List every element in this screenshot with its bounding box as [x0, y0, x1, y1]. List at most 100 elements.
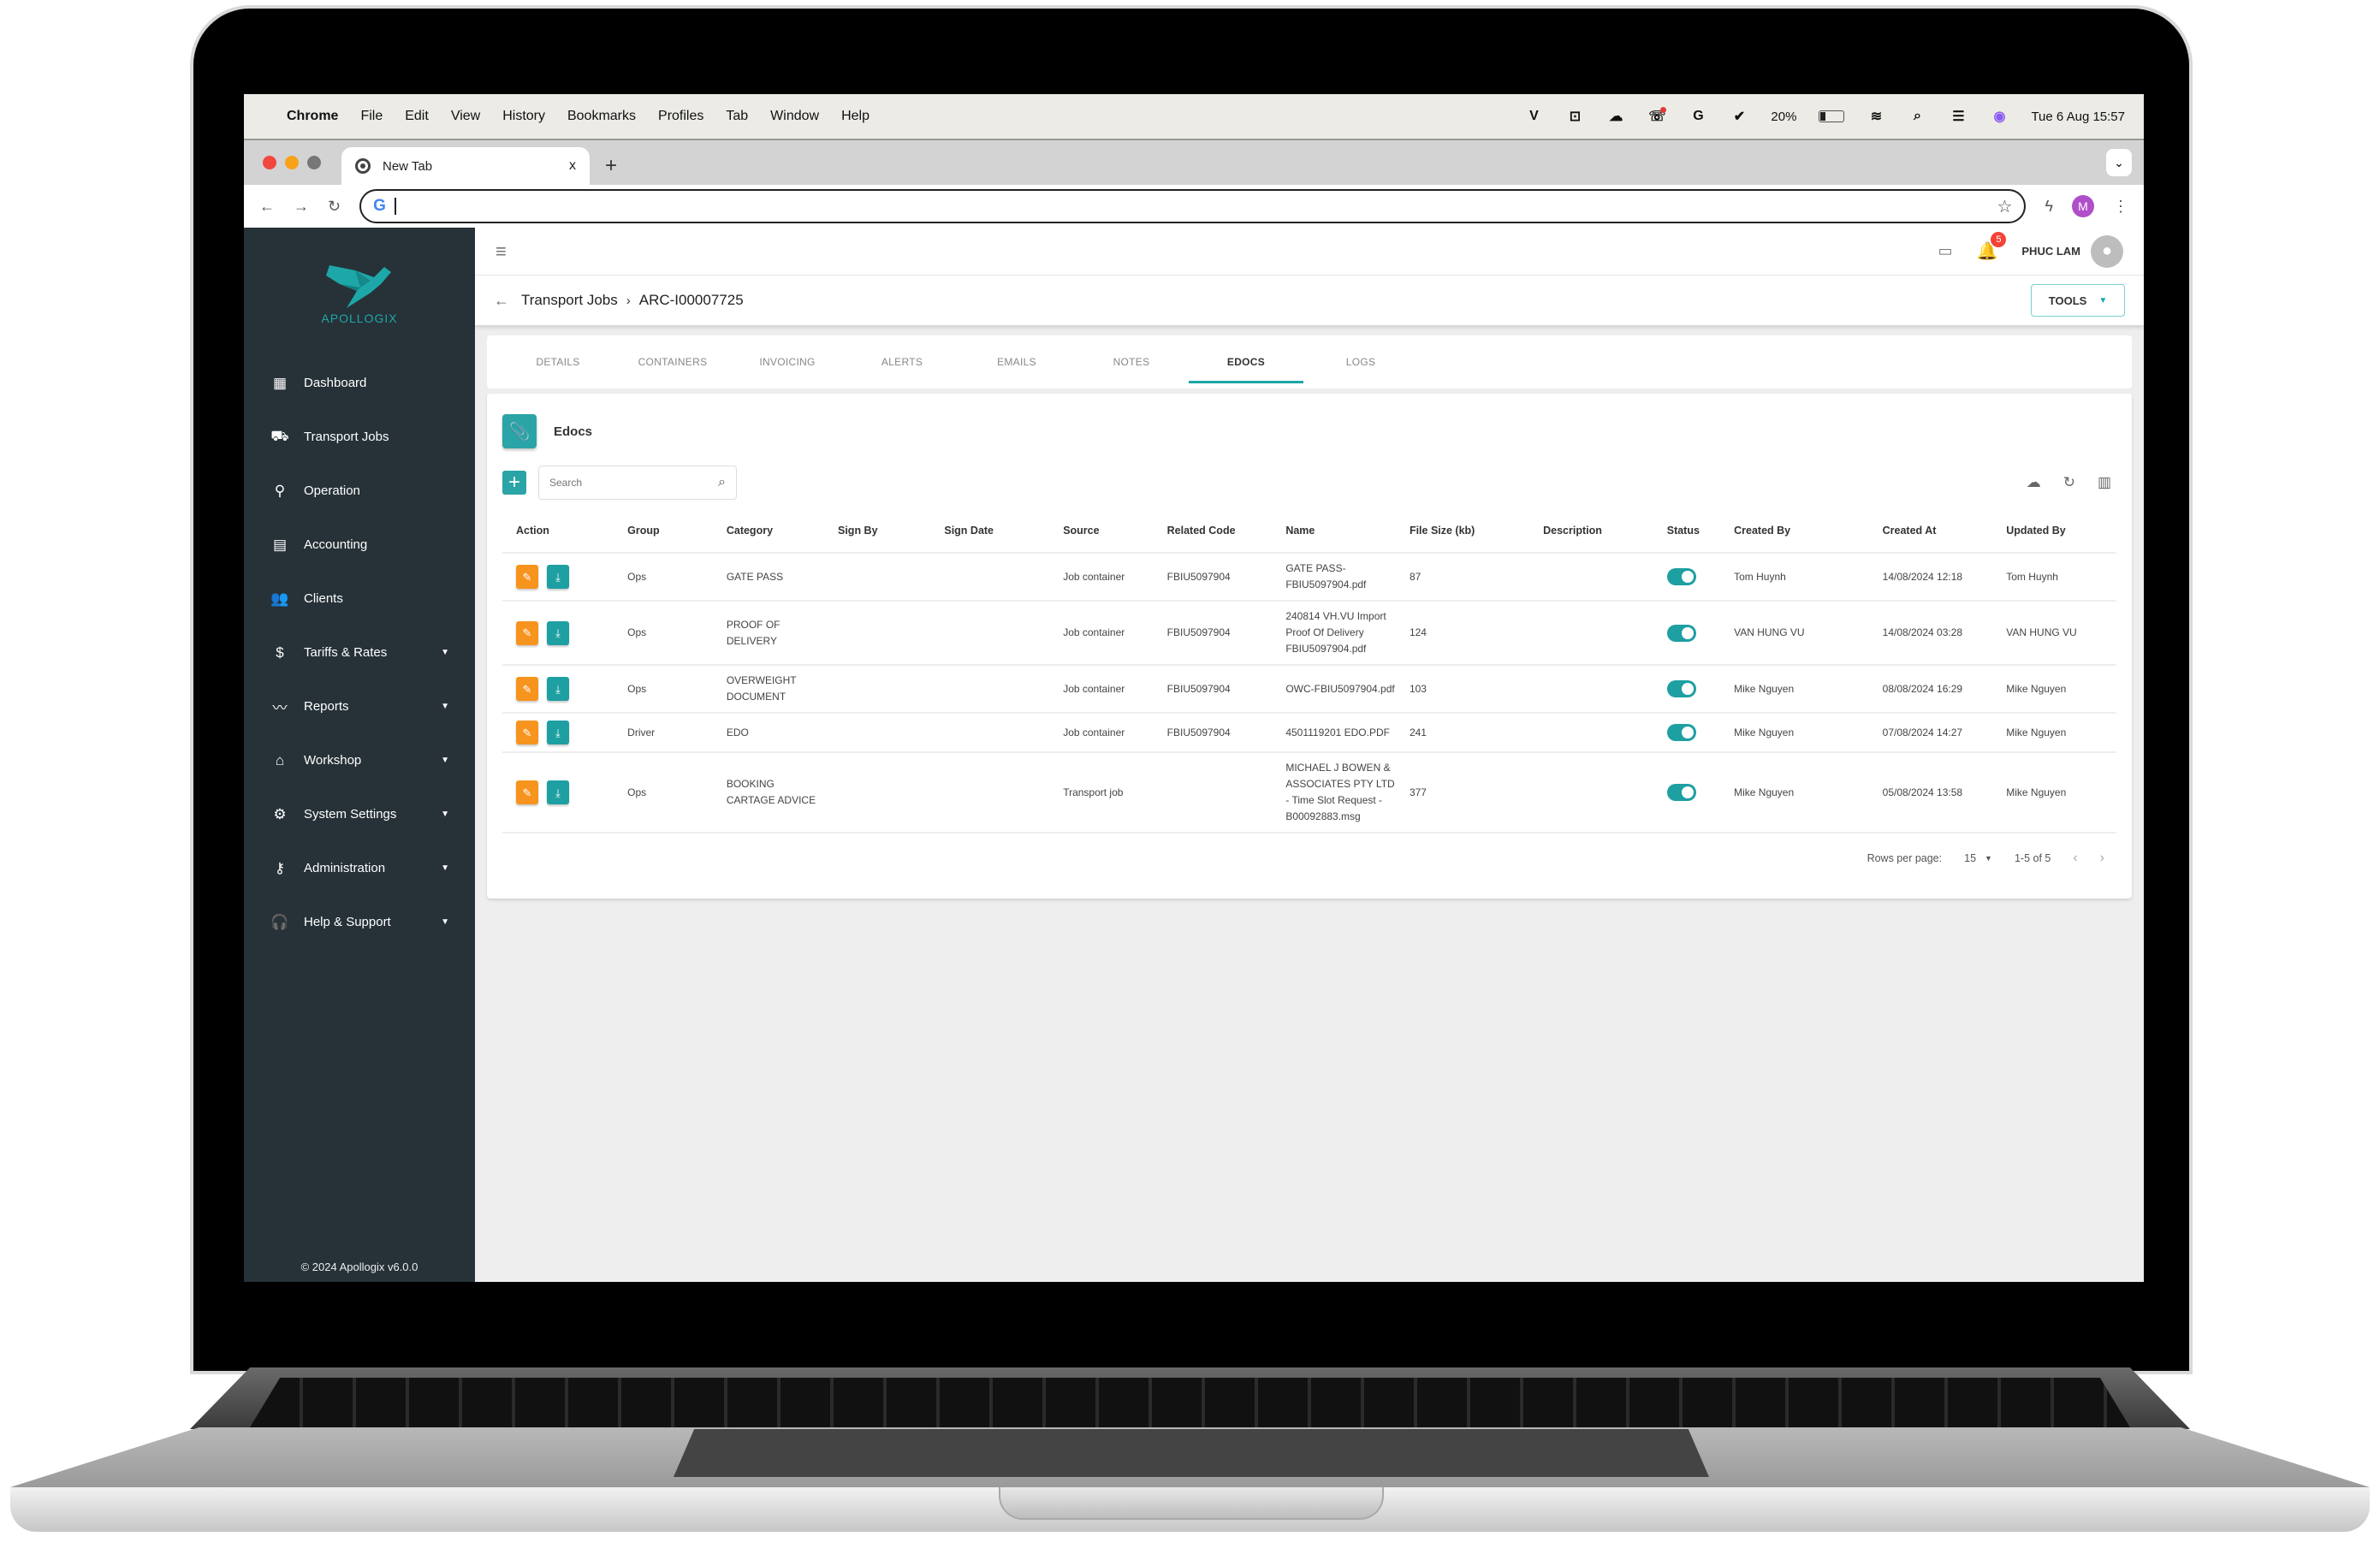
edit-button[interactable]: ✎ [516, 721, 538, 744]
control-center-icon[interactable]: ☰ [1949, 107, 1968, 126]
spotlight-search-icon[interactable]: ⌕ [1908, 107, 1926, 126]
column-header[interactable]: Related Code [1153, 508, 1273, 554]
status-toggle[interactable] [1666, 784, 1696, 801]
tab-edocs[interactable]: EDOCS [1189, 335, 1303, 389]
sidebar-item-clients[interactable]: 👥 Clients [244, 572, 475, 626]
columns-icon[interactable]: ▥ [2098, 474, 2111, 491]
search-field[interactable]: ⌕ [538, 466, 737, 500]
sidebar-item-operation[interactable]: ⚲ Operation [244, 464, 475, 518]
add-edoc-button[interactable]: + [502, 471, 526, 495]
tab-notes[interactable]: NOTES [1074, 335, 1189, 389]
profile-avatar[interactable]: M [2072, 195, 2094, 217]
tab-invoicing[interactable]: INVOICING [730, 335, 845, 389]
chevron-down-icon[interactable]: ▼ [441, 756, 449, 765]
menu-tab[interactable]: Tab [726, 109, 748, 124]
chat-icon[interactable]: ▭ [1938, 242, 1952, 260]
column-header[interactable]: Name [1272, 508, 1396, 554]
user-name[interactable]: PHUC LAM [2021, 245, 2080, 258]
chevron-down-icon[interactable]: ▼ [441, 917, 449, 927]
tab-details[interactable]: DETAILS [501, 335, 615, 389]
sidebar-item-reports[interactable]: 〰 Reports ▼ [244, 679, 475, 733]
chevron-down-icon[interactable]: ▼ [441, 648, 449, 657]
search-input[interactable] [549, 477, 719, 489]
address-bar[interactable]: G ☆ [359, 189, 2027, 223]
user-avatar-icon[interactable]: ● [2091, 234, 2123, 268]
v-icon[interactable]: V [1524, 107, 1543, 126]
menu-history[interactable]: History [502, 109, 545, 124]
menu-bookmarks[interactable]: Bookmarks [567, 109, 636, 124]
back-icon[interactable]: ← [259, 198, 275, 216]
column-header[interactable]: Sign By [824, 508, 931, 554]
column-header[interactable]: Created At [1868, 508, 1993, 554]
column-header[interactable]: Category [712, 508, 824, 554]
column-header[interactable]: Description [1529, 508, 1653, 554]
column-header[interactable]: Created By [1720, 508, 1869, 554]
sidebar-item-workshop[interactable]: ⌂ Workshop ▼ [244, 733, 475, 787]
cloud-download-icon[interactable]: ☁ [2027, 474, 2041, 491]
menu-view[interactable]: View [451, 109, 480, 124]
close-tab-icon[interactable]: x [569, 158, 576, 174]
rows-per-page-select[interactable]: 15 ▼ [1964, 852, 1992, 864]
menu-file[interactable]: File [360, 109, 383, 124]
edit-button[interactable]: ✎ [516, 677, 538, 701]
column-header[interactable]: Source [1049, 508, 1154, 554]
minimize-window-button[interactable] [285, 156, 299, 169]
hamburger-menu-icon[interactable]: ≡ [496, 240, 507, 263]
phone-notification-icon[interactable]: ☏ [1647, 107, 1667, 126]
download-button[interactable]: ⤓ [547, 780, 569, 804]
column-header[interactable]: File Size (kb) [1395, 508, 1530, 554]
download-button[interactable]: ⤓ [547, 565, 569, 589]
siri-icon[interactable]: ◉ [1990, 107, 2009, 126]
status-toggle[interactable] [1666, 568, 1696, 585]
extension-icon[interactable]: ϟ [2045, 198, 2053, 216]
sidebar-item-system-settings[interactable]: ⚙ System Settings ▼ [244, 787, 475, 841]
download-button[interactable]: ⤓ [547, 677, 569, 701]
zoom-window-button[interactable] [307, 156, 321, 169]
sidebar-item-tariffs-rates[interactable]: $ Tariffs & Rates ▼ [244, 626, 475, 679]
notifications-button[interactable]: 🔔 5 [1976, 232, 2007, 262]
status-toggle[interactable] [1666, 724, 1696, 741]
tab-logs[interactable]: LOGS [1303, 335, 1418, 389]
battery-icon[interactable] [1819, 110, 1845, 122]
search-icon[interactable]: ⌕ [718, 475, 726, 490]
bookmark-star-icon[interactable]: ☆ [1997, 196, 2013, 217]
download-button[interactable]: ⤓ [547, 721, 569, 744]
sidebar-item-accounting[interactable]: ▤ Accounting [244, 518, 475, 572]
prev-page-icon[interactable]: ‹ [2073, 851, 2077, 866]
sidebar-item-administration[interactable]: ⚷ Administration ▼ [244, 841, 475, 895]
menu-edit[interactable]: Edit [405, 109, 429, 124]
sidebar-item-transport-jobs[interactable]: ⛟ Transport Jobs [244, 410, 475, 464]
clock[interactable]: Tue 6 Aug 15:57 [2031, 110, 2125, 124]
column-header[interactable]: Updated By [1992, 508, 2116, 554]
chevron-down-icon[interactable]: ▼ [441, 702, 449, 711]
tools-dropdown-button[interactable]: TOOLS ▼ [2031, 284, 2125, 317]
download-button[interactable]: ⤓ [547, 620, 569, 645]
tab-emails[interactable]: EMAILS [959, 335, 1074, 389]
back-arrow-icon[interactable]: ← [494, 292, 509, 310]
menu-window[interactable]: Window [770, 109, 819, 124]
shield-check-icon[interactable]: ✔ [1730, 107, 1748, 126]
close-window-button[interactable] [263, 156, 276, 169]
cloud-sync-icon[interactable]: ☁ [1606, 107, 1625, 126]
logo[interactable]: APOLLOGIX [244, 228, 475, 356]
chevron-down-icon[interactable]: ▼ [441, 810, 449, 819]
breadcrumb-parent[interactable]: Transport Jobs [521, 292, 618, 309]
edit-button[interactable]: ✎ [516, 780, 538, 804]
sidebar-item-help-support[interactable]: 🎧 Help & Support ▼ [244, 895, 475, 949]
new-tab-button[interactable]: + [605, 154, 617, 178]
menu-app-name[interactable]: Chrome [287, 109, 338, 124]
menu-profiles[interactable]: Profiles [658, 109, 703, 124]
tab-alerts[interactable]: ALERTS [845, 335, 959, 389]
reload-icon[interactable]: ↻ [328, 198, 341, 216]
teamviewer-icon[interactable]: ⊡ [1565, 107, 1584, 126]
browser-tab[interactable]: New Tab x [341, 147, 590, 185]
status-toggle[interactable] [1666, 680, 1696, 697]
tab-search-dropdown[interactable]: ⌄ [2106, 149, 2132, 176]
forward-icon[interactable]: → [294, 198, 309, 216]
column-header[interactable]: Group [614, 508, 713, 554]
column-header[interactable]: Action [502, 508, 614, 554]
column-header[interactable]: Sign Date [930, 508, 1050, 554]
tab-containers[interactable]: CONTAINERS [615, 335, 730, 389]
sidebar-item-dashboard[interactable]: ▦ Dashboard [244, 356, 475, 410]
wifi-icon[interactable]: ≋ [1867, 107, 1885, 126]
